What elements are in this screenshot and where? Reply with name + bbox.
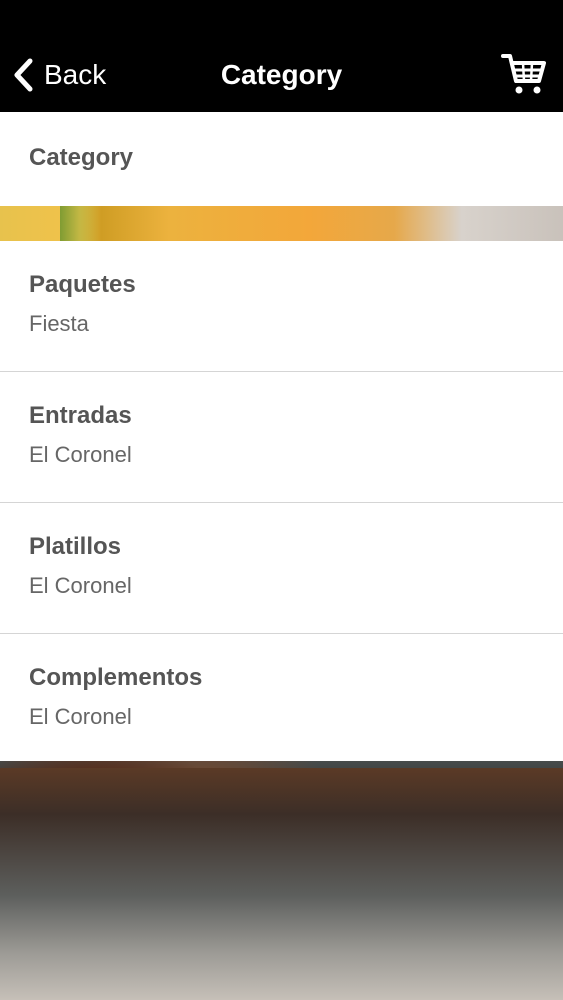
category-subtitle: El Coronel xyxy=(29,573,132,598)
category-subtitle: Fiesta xyxy=(29,311,89,336)
category-title: Entradas xyxy=(29,402,132,429)
section-header-label: Category xyxy=(29,144,134,171)
back-label: Back xyxy=(44,59,107,90)
header-image-strip xyxy=(0,206,563,241)
category-title: Platillos xyxy=(29,533,122,560)
category-item-complementos[interactable]: Complementos El Coronel xyxy=(0,634,563,761)
category-item-platillos[interactable]: Platillos El Coronel xyxy=(0,503,563,634)
category-title: Complementos xyxy=(29,664,203,691)
shopping-cart-icon xyxy=(501,54,547,102)
footer-food-image xyxy=(0,768,563,1000)
navigation-bar: Back Category xyxy=(0,0,563,112)
chevron-left-icon xyxy=(12,58,34,92)
category-subtitle: El Coronel xyxy=(29,442,132,467)
category-title: Paquetes xyxy=(29,271,136,298)
app-screen: Back Category Category Paquetes Fiesta E… xyxy=(0,0,563,1000)
back-button[interactable]: Back xyxy=(12,52,106,98)
cart-button[interactable] xyxy=(501,50,547,98)
category-item-entradas[interactable]: Entradas El Coronel xyxy=(0,372,563,503)
category-item-paquetes[interactable]: Paquetes Fiesta xyxy=(0,241,563,372)
section-header: Category xyxy=(0,112,563,206)
category-subtitle: El Coronel xyxy=(29,704,132,729)
category-list: Paquetes Fiesta Entradas El Coronel Plat… xyxy=(0,241,563,761)
